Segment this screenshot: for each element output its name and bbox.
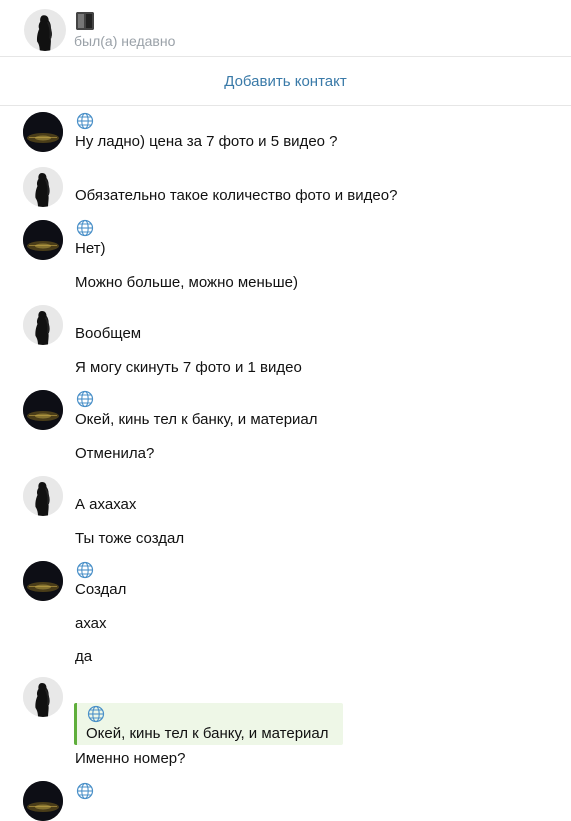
contact-name-thumbnail — [76, 12, 94, 30]
message-text: Вообщем — [75, 325, 142, 342]
message-text: Обязательно такое количество фото и виде… — [75, 187, 398, 204]
message-text: Отменила? — [75, 445, 155, 462]
globe-icon — [76, 561, 94, 579]
message-text: А ахахах — [75, 496, 137, 513]
avatar-girl[interactable] — [23, 677, 63, 717]
avatar-girl[interactable] — [23, 167, 63, 207]
globe-icon — [76, 219, 94, 237]
globe-icon — [76, 112, 94, 130]
globe-icon — [76, 782, 94, 800]
avatar-girl[interactable] — [23, 305, 63, 345]
message-text: Создал — [75, 581, 127, 598]
avatar-city[interactable] — [23, 390, 63, 430]
message-text: Можно больше, можно меньше) — [75, 274, 298, 291]
contact-avatar[interactable] — [24, 9, 66, 51]
message-text: Нет) — [75, 240, 106, 257]
globe-icon — [76, 390, 94, 408]
avatar-girl-image — [24, 9, 66, 51]
avatar-girl[interactable] — [23, 476, 63, 516]
add-contact-button[interactable]: Добавить контакт — [0, 73, 571, 90]
avatar-city[interactable] — [23, 220, 63, 260]
reply-quote-text: Окей, кинь тел к банку, и материал — [86, 725, 329, 742]
message-text: да — [75, 648, 93, 665]
reply-quote[interactable]: Окей, кинь тел к банку, и материал — [74, 703, 343, 745]
contact-status: был(а) недавно — [74, 33, 176, 49]
chat-header: был(а) недавно — [0, 0, 571, 57]
avatar-city[interactable] — [23, 781, 63, 821]
globe-icon — [87, 705, 105, 723]
message-text: Окей, кинь тел к банку, и материал — [75, 411, 318, 428]
message-text: Я могу скинуть 7 фото и 1 видео — [75, 359, 302, 376]
message-text: Ты тоже создал — [75, 530, 185, 547]
message-text: ахах — [75, 615, 107, 632]
message-text: Именно номер? — [75, 750, 186, 767]
message-text: Ну ладно) цена за 7 фото и 5 видео ? — [75, 133, 338, 150]
avatar-city[interactable] — [23, 561, 63, 601]
add-contact-bar: Добавить контакт — [0, 57, 571, 106]
avatar-city[interactable] — [23, 112, 63, 152]
